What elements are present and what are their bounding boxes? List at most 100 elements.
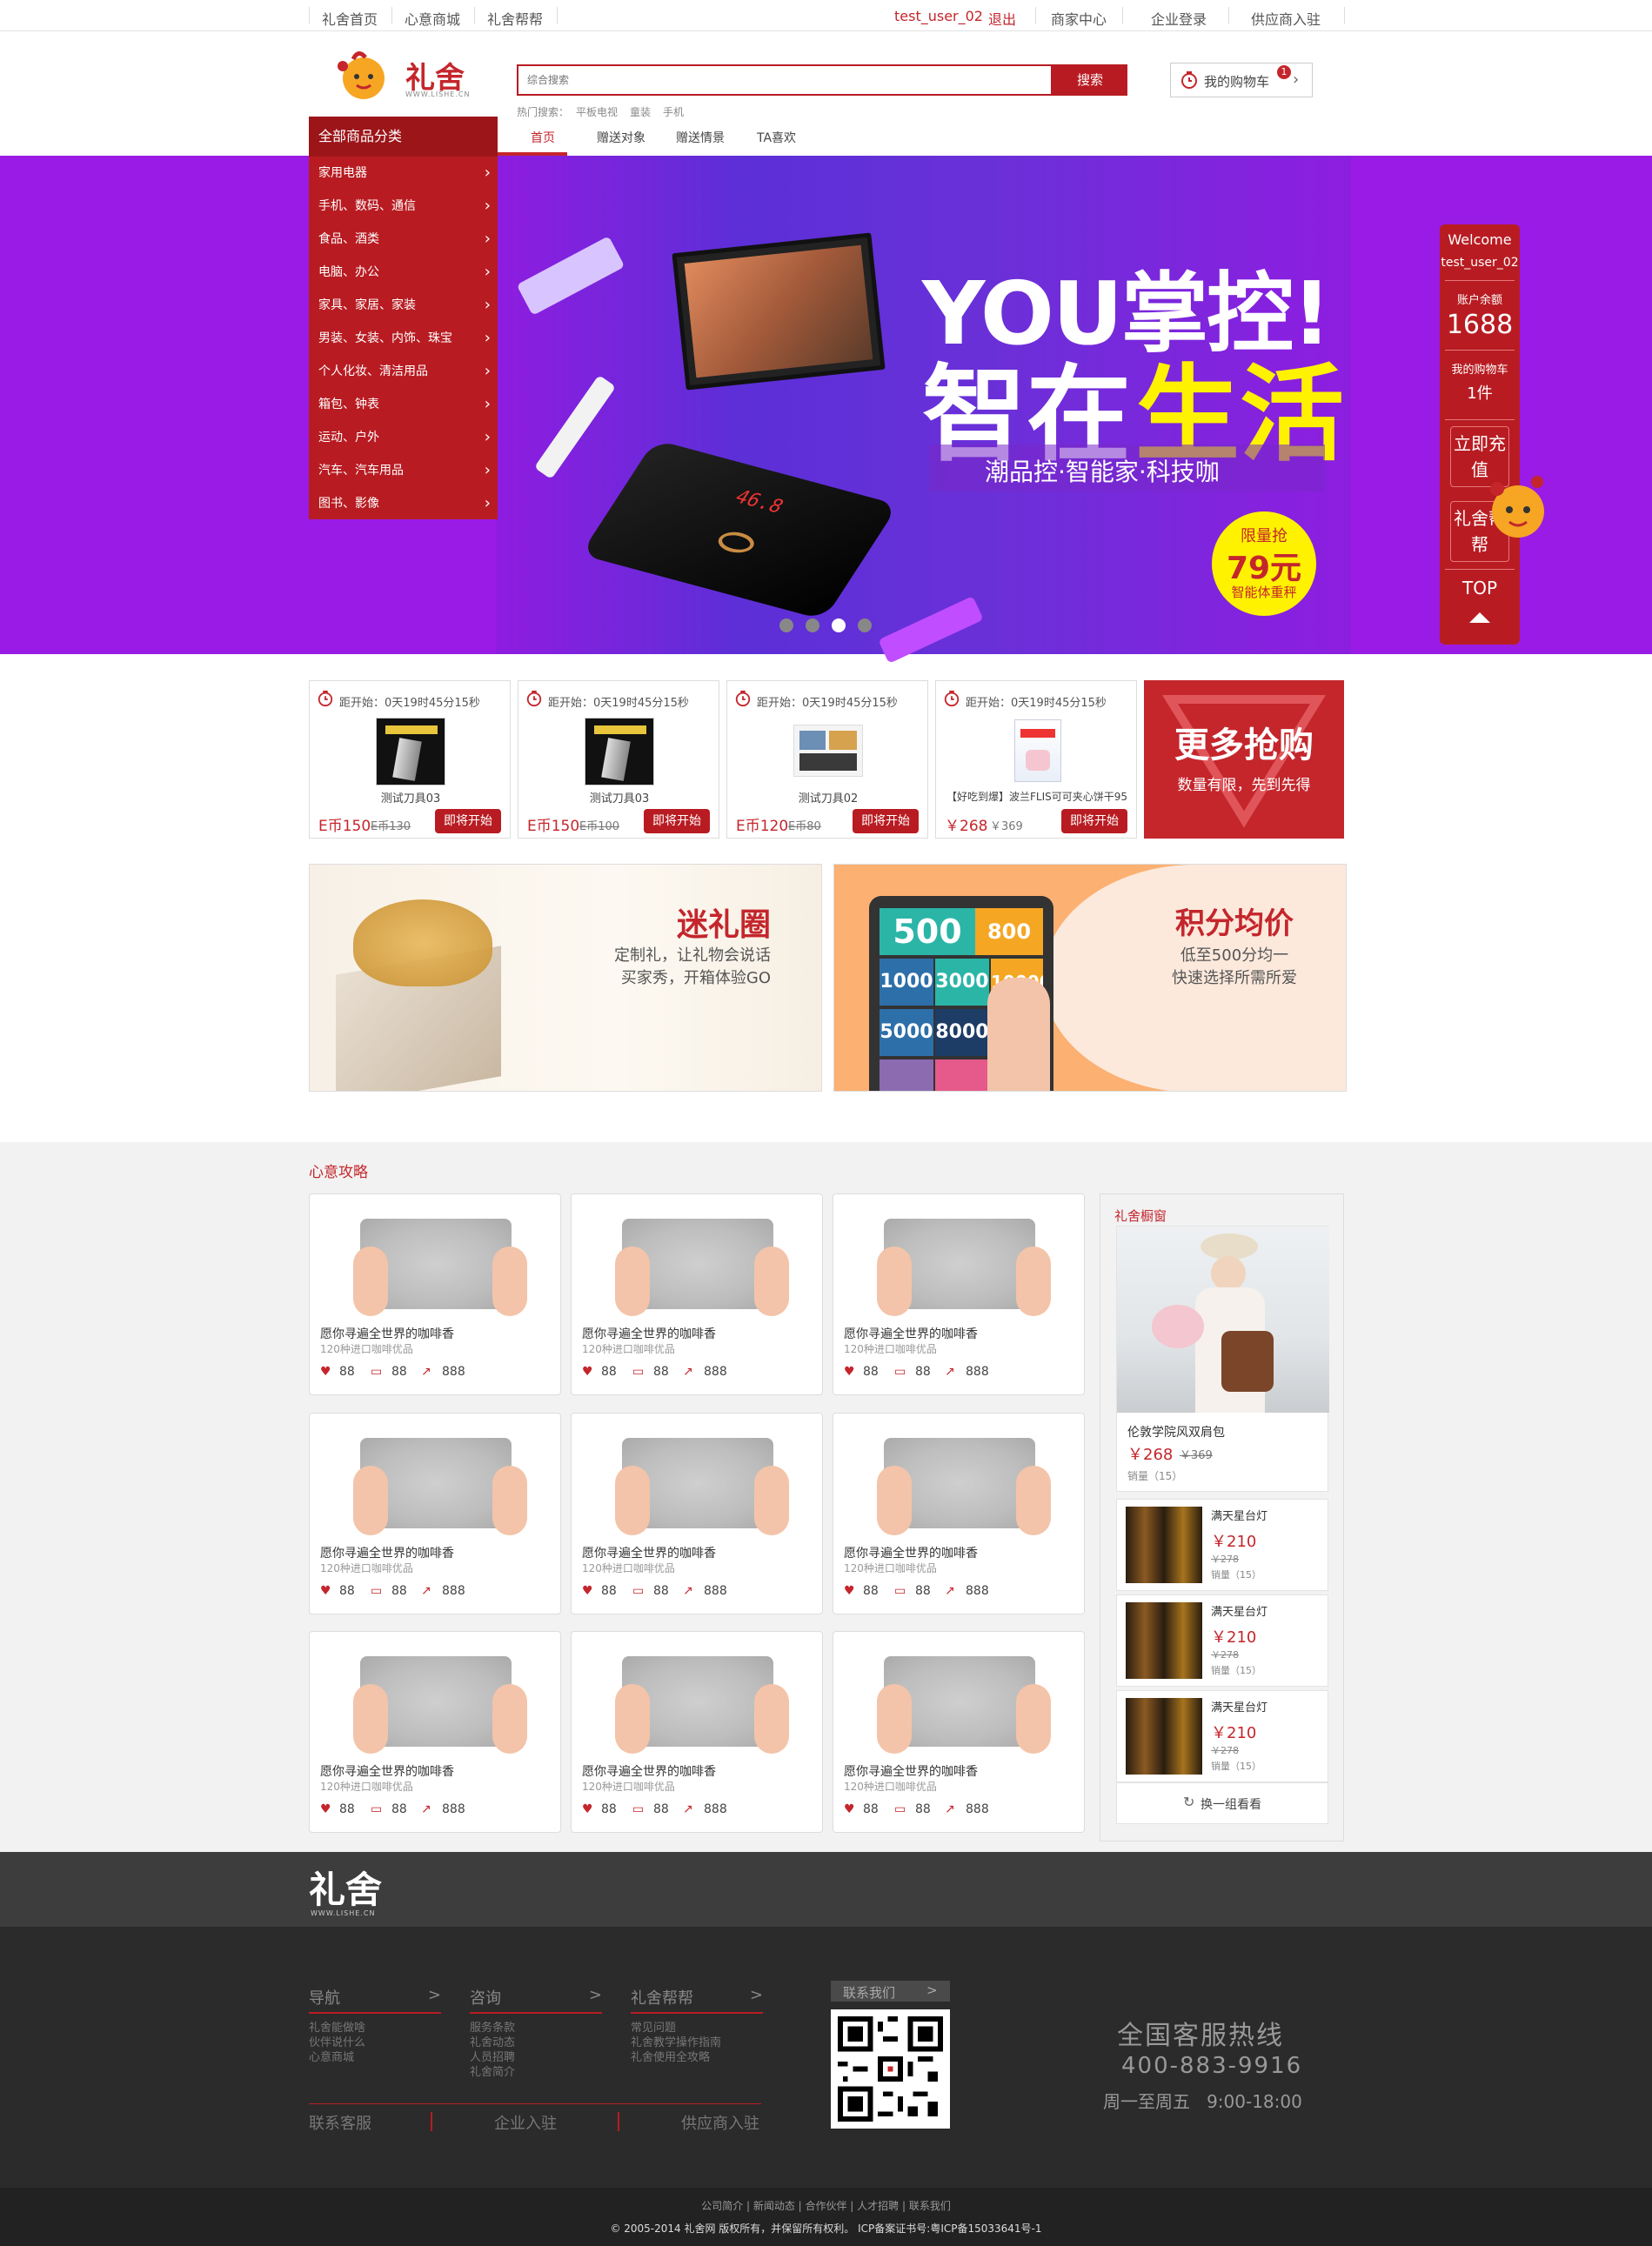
top-link-help[interactable]: 礼舍帮帮 <box>487 8 543 29</box>
gift-guide-card[interactable]: 愿你寻遍全世界的咖啡香 120种进口咖啡优品 ♥ 88 ▭ 88 ↗ 888 <box>309 1631 561 1833</box>
product-name[interactable]: 测试刀具03 <box>310 789 512 805</box>
gift-guide-card[interactable]: 愿你寻遍全世界的咖啡香 120种进口咖啡优品 ♥ 88 ▭ 88 ↗ 888 <box>833 1413 1085 1614</box>
showcase-item[interactable]: 满天星台灯 ￥210 ￥278 销量（15） <box>1116 1594 1328 1687</box>
comment-icon[interactable]: ▭ <box>371 1584 382 1598</box>
flash-sale-card[interactable]: 距开始：0天19时45分15秒 测试刀具03 E币150 E币130 即将开始 <box>309 680 511 839</box>
sidefloat-username[interactable]: test_user_02 <box>1440 256 1520 270</box>
comment-icon[interactable]: ▭ <box>632 1584 644 1598</box>
share-icon[interactable]: ↗ <box>683 1802 693 1816</box>
guide-title[interactable]: 愿你寻遍全世界的咖啡香 <box>582 1762 716 1780</box>
top-link-enterprise-login[interactable]: 企业登录 <box>1151 8 1207 29</box>
tab-ta-likes[interactable]: TA喜欢 <box>757 129 796 146</box>
footer-logo[interactable]: 礼舍 <box>309 1861 382 1914</box>
carousel-dot[interactable] <box>806 618 819 632</box>
share-icon[interactable]: ↗ <box>945 1802 955 1816</box>
like-icon[interactable]: ♥ <box>320 1584 331 1598</box>
tab-recipient[interactable]: 赠送对象 <box>597 129 645 146</box>
guide-title[interactable]: 愿你寻遍全世界的咖啡香 <box>320 1544 454 1561</box>
gift-guide-card[interactable]: 愿你寻遍全世界的咖啡香 120种进口咖啡优品 ♥ 88 ▭ 88 ↗ 888 <box>309 1413 561 1614</box>
gift-guide-card[interactable]: 愿你寻遍全世界的咖啡香 120种进口咖啡优品 ♥ 88 ▭ 88 ↗ 888 <box>833 1631 1085 1833</box>
showcase-item[interactable]: 满天星台灯 ￥210 ￥278 销量（15） <box>1116 1690 1328 1782</box>
side-cart-label[interactable]: 我的购物车 <box>1440 360 1520 377</box>
like-icon[interactable]: ♥ <box>582 1365 593 1379</box>
flash-sale-card[interactable]: 距开始：0天19时45分15秒 【好吃到爆】波兰FLIS可可夹心饼干95 ￥26… <box>935 680 1137 839</box>
back-to-top-label[interactable]: TOP <box>1440 578 1520 598</box>
guide-title[interactable]: 愿你寻遍全世界的咖啡香 <box>844 1762 978 1780</box>
showcase-item[interactable]: 满天星台灯 ￥210 ￥278 销量（15） <box>1116 1499 1328 1591</box>
guide-title[interactable]: 愿你寻遍全世界的咖啡香 <box>582 1325 716 1342</box>
category-item[interactable]: 箱包、钟表 <box>309 388 498 421</box>
comment-icon[interactable]: ▭ <box>894 1365 906 1379</box>
category-item[interactable]: 电脑、办公 <box>309 256 498 289</box>
category-item[interactable]: 家具、家居、家装 <box>309 289 498 322</box>
share-icon[interactable]: ↗ <box>421 1584 431 1598</box>
footer-enterprise-join[interactable]: 企业入驻 <box>494 2111 557 2134</box>
comment-icon[interactable]: ▭ <box>632 1802 644 1816</box>
search-button[interactable]: 搜索 <box>1053 64 1127 96</box>
footer-supplier-join[interactable]: 供应商入驻 <box>681 2111 759 2134</box>
product-name[interactable]: 满天星台灯 <box>1211 1507 1267 1523</box>
carousel-dot[interactable] <box>779 618 793 632</box>
category-item[interactable]: 家用电器 <box>309 157 498 190</box>
category-item[interactable]: 男装、女装、内饰、珠宝 <box>309 322 498 355</box>
comment-icon[interactable]: ▭ <box>894 1802 906 1816</box>
footer-col-title[interactable]: 礼舍帮帮 > <box>631 1986 763 2014</box>
like-icon[interactable]: ♥ <box>844 1584 855 1598</box>
share-icon[interactable]: ↗ <box>945 1365 955 1379</box>
top-link-supplier[interactable]: 供应商入驻 <box>1251 8 1321 29</box>
top-link-home[interactable]: 礼舍首页 <box>322 8 378 29</box>
product-name[interactable]: 【好吃到爆】波兰FLIS可可夹心饼干95 <box>936 789 1138 804</box>
promo-points[interactable]: 500 800 1000 3000 10000 5000 8000 积分均价 低… <box>833 864 1347 1092</box>
like-icon[interactable]: ♥ <box>320 1802 331 1816</box>
search-input[interactable] <box>517 64 1053 96</box>
like-icon[interactable]: ♥ <box>844 1802 855 1816</box>
carousel-dot-active[interactable] <box>832 618 846 632</box>
promo-gift-circle[interactable]: 迷礼圈 定制礼，让礼物会说话 买家秀，开箱体验GO <box>309 864 822 1092</box>
tab-home[interactable]: 首页 <box>531 129 555 146</box>
logout-link[interactable]: 退出 <box>988 8 1016 29</box>
arrow-up-icon[interactable] <box>1469 612 1490 623</box>
gift-guide-card[interactable]: 愿你寻遍全世界的咖啡香 120种进口咖啡优品 ♥ 88 ▭ 88 ↗ 888 <box>571 1413 823 1614</box>
guide-title[interactable]: 愿你寻遍全世界的咖啡香 <box>320 1325 454 1342</box>
cart-button[interactable]: 我的购物车 1 › <box>1170 63 1313 97</box>
footer-col-title[interactable]: 导航 > <box>309 1986 441 2014</box>
guide-title[interactable]: 愿你寻遍全世界的咖啡香 <box>844 1544 978 1561</box>
footer-link[interactable]: 心意商城 <box>309 2048 354 2064</box>
showcase-main-card[interactable]: 伦敦学院风双肩包 ￥268 ￥369 销量（15） <box>1116 1226 1329 1492</box>
guide-title[interactable]: 愿你寻遍全世界的咖啡香 <box>844 1325 978 1342</box>
top-link-merchant[interactable]: 商家中心 <box>1051 8 1107 29</box>
top-link-mall[interactable]: 心意商城 <box>405 8 460 29</box>
product-name[interactable]: 满天星台灯 <box>1211 1602 1267 1619</box>
gift-guide-card[interactable]: 愿你寻遍全世界的咖啡香 120种进口咖啡优品 ♥ 88 ▭ 88 ↗ 888 <box>571 1193 823 1395</box>
gift-guide-card[interactable]: 愿你寻遍全世界的咖啡香 120种进口咖啡优品 ♥ 88 ▭ 88 ↗ 888 <box>571 1631 823 1833</box>
share-icon[interactable]: ↗ <box>421 1802 431 1816</box>
flash-sale-card[interactable]: 距开始：0天19时45分15秒 测试刀具03 E币150 E币100 即将开始 <box>518 680 719 839</box>
guide-title[interactable]: 愿你寻遍全世界的咖啡香 <box>320 1762 454 1780</box>
carousel-dot[interactable] <box>858 618 872 632</box>
flash-sale-card[interactable]: 距开始：0天19时45分15秒 测试刀具02 E币120 E币80 即将开始 <box>726 680 928 839</box>
contact-us-tab[interactable]: 联系我们 > <box>831 1981 950 2002</box>
tab-occasion[interactable]: 赠送情景 <box>676 129 725 146</box>
share-icon[interactable]: ↗ <box>421 1365 431 1379</box>
category-item[interactable]: 汽车、汽车用品 <box>309 454 498 487</box>
share-icon[interactable]: ↗ <box>945 1584 955 1598</box>
product-name[interactable]: 满天星台灯 <box>1211 1698 1267 1715</box>
gift-guide-card[interactable]: 愿你寻遍全世界的咖啡香 120种进口咖啡优品 ♥ 88 ▭ 88 ↗ 888 <box>309 1193 561 1395</box>
logo[interactable]: 礼舍 WWW.LISHE.CN <box>332 45 472 106</box>
guide-title[interactable]: 愿你寻遍全世界的咖啡香 <box>582 1544 716 1561</box>
coming-soon-button[interactable]: 即将开始 <box>644 809 710 833</box>
footer-link[interactable]: 礼舍简介 <box>470 2062 515 2079</box>
category-item[interactable]: 食品、酒类 <box>309 223 498 256</box>
footer-contact-service[interactable]: 联系客服 <box>309 2111 371 2134</box>
refresh-button[interactable]: ↻ 换一组看看 <box>1116 1782 1328 1824</box>
category-item[interactable]: 个人化妆、清洁用品 <box>309 355 498 388</box>
product-name[interactable]: 测试刀具02 <box>727 789 929 805</box>
gift-guide-card[interactable]: 愿你寻遍全世界的咖啡香 120种进口咖啡优品 ♥ 88 ▭ 88 ↗ 888 <box>833 1193 1085 1395</box>
share-icon[interactable]: ↗ <box>683 1365 693 1379</box>
category-item[interactable]: 手机、数码、通信 <box>309 190 498 223</box>
coming-soon-button[interactable]: 即将开始 <box>435 809 501 833</box>
category-item[interactable]: 图书、影像 <box>309 487 498 520</box>
like-icon[interactable]: ♥ <box>582 1802 593 1816</box>
like-icon[interactable]: ♥ <box>844 1365 855 1379</box>
footer-link[interactable]: 礼舍使用全攻略 <box>631 2048 710 2064</box>
